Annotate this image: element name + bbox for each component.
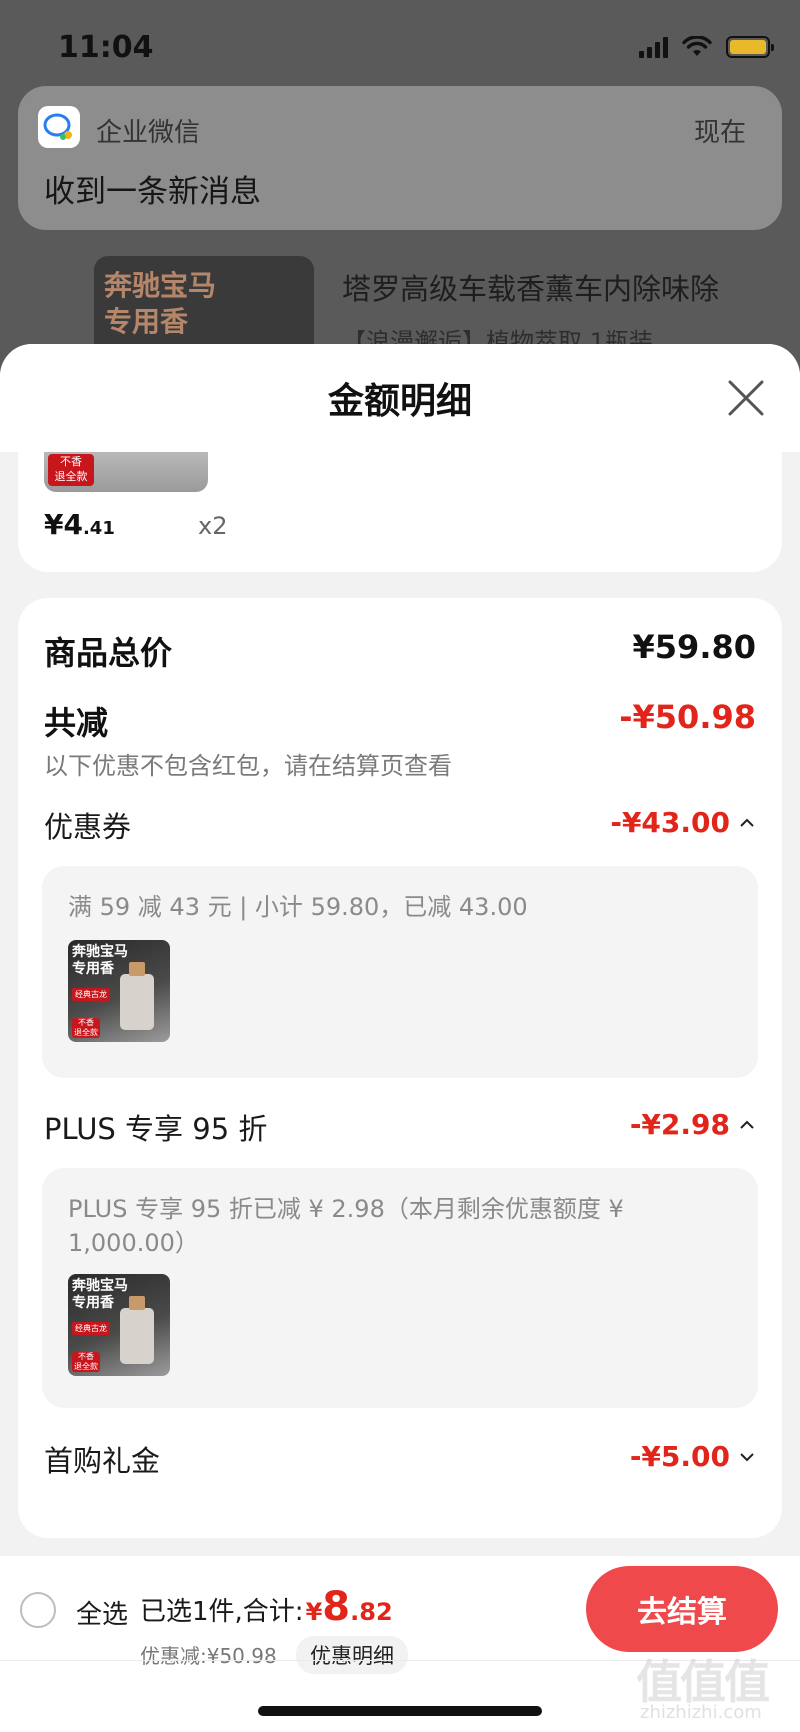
background-product-title: 塔罗高级车载香薰车内除味除 [342,272,720,306]
item-quantity: x2 [198,512,228,540]
coupon-label: 优惠券 [44,810,132,844]
selected-total: 已选1件,合计: ¥ 8 .82 [140,1584,393,1630]
plus-discount-toggle[interactable]: -¥2.98 [630,1108,756,1141]
chevron-down-icon [740,1452,754,1461]
coupon-toggle[interactable]: -¥43.00 [610,806,756,839]
status-bar: 11:04 [0,0,800,90]
notification-message: 收到一条新消息 [44,174,261,210]
home-indicator [258,1706,542,1716]
selected-prefix: 已选1件,合计: [140,1597,304,1627]
item-price: ¥4.41 [44,508,115,541]
coupon-product-thumbnail: 奔驰宝马 专用香 经典古龙 不香 退全款 [68,940,170,1042]
product-item-card: 不香 退全款 ¥4.41 x2 [18,452,782,572]
first-purchase-gift-toggle[interactable]: -¥5.00 [630,1440,756,1473]
close-icon[interactable] [722,374,770,422]
refund-tag: 不香 退全款 [48,454,94,486]
status-time: 11:04 [58,30,154,65]
product-thumbnail: 不香 退全款 [44,452,208,492]
product-image-text: 专用香 [104,305,189,338]
sheet-header: 金额明细 [0,344,800,452]
plus-discount-value: -¥2.98 [629,1108,730,1141]
total-price-value: ¥59.80 [632,628,756,666]
status-icons [639,36,774,58]
chevron-up-icon [740,818,754,827]
notification-banner[interactable]: 企业微信 现在 收到一条新消息 [18,86,782,230]
cellular-signal-icon [639,36,668,58]
sheet-title: 金额明细 [327,381,472,422]
plus-discount-label: PLUS 专享 95 折 [44,1112,268,1146]
notification-time: 现在 [693,118,746,148]
chevron-up-icon [740,1120,754,1129]
select-all-label[interactable]: 全选 [76,1594,128,1631]
plus-detail-text: PLUS 专享 95 折已减 ¥ 2.98（本月剩余优惠额度 ¥ 1,000.0… [68,1195,624,1257]
total-reduce-value: -¥50.98 [619,698,756,736]
discount-note: 以下优惠不包含红包，请在结算页查看 [44,752,452,780]
select-all-checkbox[interactable] [20,1592,56,1628]
price-breakdown-card: 商品总价 ¥59.80 共减 -¥50.98 以下优惠不包含红包，请在结算页查看… [18,598,782,1538]
coupon-detail-text: 满 59 减 43 元 | 小计 59.80，已减 43.00 [68,893,528,921]
total-integer: 8 [322,1584,351,1630]
plus-product-thumbnail: 奔驰宝马 专用香 经典古龙 不香 退全款 [68,1274,170,1376]
product-image-text: 奔驰宝马 [104,269,217,302]
total-price-label: 商品总价 [44,634,173,672]
coupon-value: -¥43.00 [610,806,730,839]
total-decimal: .82 [350,1598,393,1626]
battery-icon [726,36,774,58]
plus-detail-box: PLUS 专享 95 折已减 ¥ 2.98（本月剩余优惠额度 ¥ 1,000.0… [42,1168,758,1408]
coupon-detail-box: 满 59 减 43 元 | 小计 59.80，已减 43.00 奔驰宝马 专用香 … [42,866,758,1078]
first-purchase-gift-label: 首购礼金 [44,1444,161,1478]
first-purchase-gift-value: -¥5.00 [629,1440,730,1473]
total-currency: ¥ [305,1598,323,1626]
discount-detail-button[interactable]: 优惠明细 [296,1636,408,1674]
checkout-button[interactable]: 去结算 [586,1566,778,1652]
wecom-app-icon [38,106,80,148]
total-reduce-label: 共减 [44,704,109,742]
notification-app-name: 企业微信 [96,118,201,148]
watermark-logo: 值值值 zhizhizhi.com [636,1655,770,1723]
amount-detail-sheet: 金额明细 不香 退全款 ¥4.41 x2 商品总价 ¥59.80 共减 -¥50.… [0,344,800,1556]
wifi-icon [682,36,712,56]
discount-summary: 优惠减:¥50.98 [140,1644,277,1668]
